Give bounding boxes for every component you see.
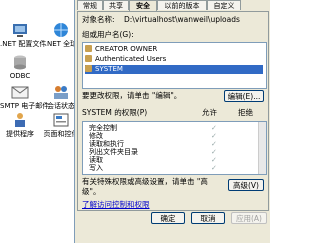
properties-dialog: 常规 共享 安全 以前的版本 自定义 对象名称: D:\virtualhost\…: [74, 0, 270, 243]
tab-general[interactable]: 常规: [77, 0, 103, 10]
pages-controls-icon: [53, 113, 69, 127]
tab-previous-versions[interactable]: 以前的版本: [157, 0, 207, 10]
user-creator-owner[interactable]: CREATOR OWNER: [85, 45, 263, 54]
permissions-list: 完全控制 ✓ 修改 ✓ 读取和执行 ✓ 列出文件夹目录 ✓ 读取 ✓ 写入 ✓: [82, 121, 267, 175]
permission-row: 写入 ✓: [89, 164, 217, 172]
advanced-hint: 有关特殊权限或高级设置，请单击 "高级"。: [82, 177, 208, 196]
session-state-icon: [54, 86, 68, 99]
user-group-icon: [85, 45, 92, 52]
odbc-icon: [14, 55, 26, 70]
tab-strip: 常规 共享 安全 以前的版本 自定义: [75, 0, 270, 11]
tab-customize[interactable]: 自定义: [207, 0, 241, 10]
tab-security[interactable]: 安全: [129, 0, 157, 11]
user-authenticated-users[interactable]: Authenticated Users: [85, 55, 263, 64]
explorer-icon-pane: .NET 配置文件 .NET 全球 ODBC SMTP 电子邮件 会话状态 提供…: [0, 0, 82, 243]
group-user-label: 组或用户名(G):: [82, 30, 134, 39]
permissions-label: SYSTEM 的权限(P): [82, 108, 148, 117]
user-group-icon: [85, 55, 92, 62]
object-name-label: 对象名称:: [82, 15, 115, 24]
net-config-item[interactable]: .NET 配置文件: [0, 22, 46, 49]
allow-column-header: 允许: [202, 108, 217, 117]
apply-button[interactable]: 应用(A): [231, 212, 267, 224]
deny-column-header: 拒绝: [238, 108, 253, 117]
provider-icon: [15, 113, 25, 127]
change-hint: 要更改权限，请单击 "编辑"。: [82, 91, 182, 100]
tab-sharing[interactable]: 共享: [103, 0, 129, 10]
provider-item[interactable]: 提供程序: [0, 112, 40, 139]
user-system[interactable]: SYSTEM: [85, 65, 263, 74]
net-config-icon: [13, 24, 27, 37]
user-list[interactable]: CREATOR OWNER Authenticated Users SYSTEM: [82, 42, 267, 89]
edit-button[interactable]: 编辑(E)...: [224, 90, 264, 102]
learn-access-control-link[interactable]: 了解访问控制和权限: [82, 199, 150, 210]
advanced-button[interactable]: 高级(V): [228, 179, 264, 191]
smtp-email-item[interactable]: SMTP 电子邮件: [0, 84, 49, 111]
odbc-item[interactable]: ODBC: [0, 54, 40, 81]
object-name-value: D:\virtualhost\wanweil\uploads: [124, 15, 240, 24]
security-panel: 对象名称: D:\virtualhost\wanweil\uploads 组或用…: [77, 11, 269, 211]
net-globe-icon: [54, 23, 68, 37]
user-group-icon: [85, 65, 92, 72]
cancel-button[interactable]: 取消: [191, 212, 225, 224]
ok-button[interactable]: 确定: [151, 212, 185, 224]
smtp-email-icon: [11, 86, 29, 99]
permissions-scrollbar[interactable]: [258, 122, 266, 174]
check-icon: ✓: [211, 164, 217, 172]
